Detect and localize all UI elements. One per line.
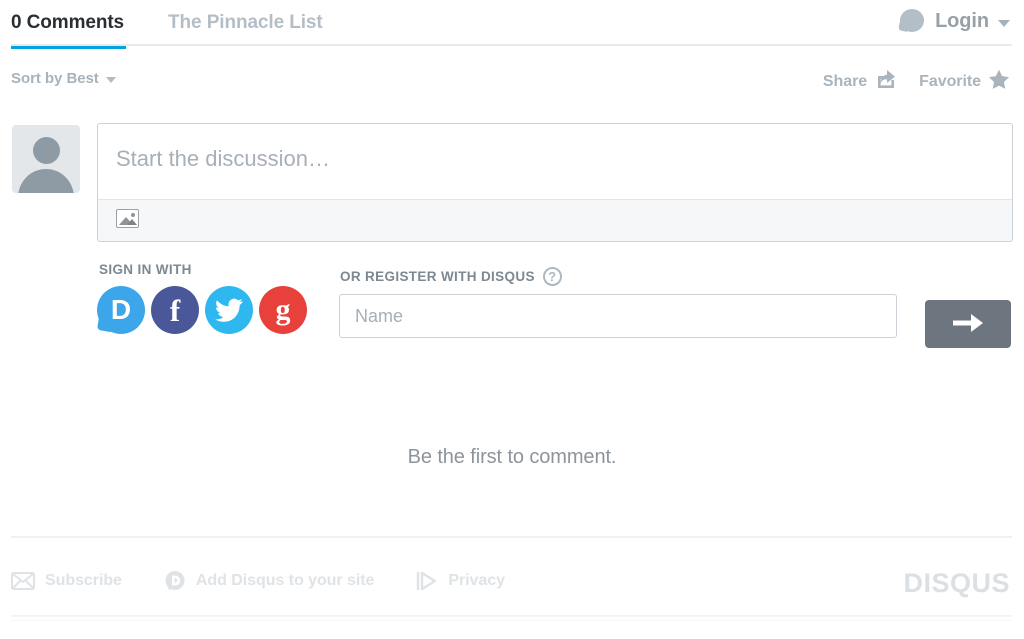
login-label: Login (935, 9, 989, 32)
tab-comments[interactable]: 0 Comments (11, 8, 127, 49)
signin-google-glyph: g (275, 293, 291, 326)
bottom-edge-line-secondary (11, 620, 1012, 621)
share-button[interactable]: Share (823, 68, 897, 95)
register-block: OR REGISTER WITH DISQUS ? (339, 267, 899, 338)
signin-google-icon[interactable]: g (259, 286, 307, 334)
disqus-bubble-icon (164, 570, 186, 592)
subscribe-label: Subscribe (45, 572, 122, 589)
comment-input[interactable] (98, 124, 1012, 200)
signin-facebook-glyph: f (169, 292, 181, 328)
sort-by-label: Sort by Best (11, 70, 99, 87)
tab-site-name[interactable]: The Pinnacle List (168, 8, 323, 49)
register-with-disqus-label: OR REGISTER WITH DISQUS ? (340, 267, 899, 286)
bottom-edge-line (11, 615, 1012, 617)
sort-bar: Sort by Best Share Favorite (0, 60, 1024, 104)
add-disqus-label: Add Disqus to your site (195, 572, 375, 589)
privacy-adchoices-icon (416, 571, 438, 591)
envelope-icon (11, 572, 35, 590)
disqus-comments-widget: 0 Comments The Pinnacle List Login Sort … (0, 0, 1024, 639)
tab-site-name-label: The Pinnacle List (168, 12, 323, 33)
signin-with-label: SIGN IN WITH (99, 262, 192, 277)
avatar (12, 125, 80, 193)
favorite-button[interactable]: Favorite (919, 69, 1010, 95)
name-input[interactable] (339, 294, 897, 338)
add-disqus-link[interactable]: Add Disqus to your site (164, 570, 374, 592)
footer-links: Subscribe Add Disqus to your site Privac… (11, 570, 547, 592)
auth-row: SIGN IN WITH D f g OR REGISTER WITH DISQ… (0, 262, 1024, 362)
favorite-label: Favorite (919, 72, 981, 90)
social-login-row: D f g (96, 286, 313, 334)
arrow-right-icon (951, 311, 985, 338)
image-upload-icon[interactable] (116, 209, 139, 228)
tab-comments-label: 0 Comments (11, 12, 125, 33)
submit-button[interactable] (925, 300, 1011, 348)
footer-divider (11, 536, 1012, 538)
widget-header: 0 Comments The Pinnacle List Login (0, 0, 1024, 52)
speech-bubble-avatar-icon (898, 8, 925, 34)
share-icon (875, 68, 897, 95)
disqus-wordmark[interactable]: DISQUS (903, 568, 1010, 599)
share-label: Share (822, 72, 868, 90)
star-icon (988, 69, 1010, 95)
twitter-bird-icon (205, 286, 253, 334)
tab-bar: 0 Comments The Pinnacle List (11, 8, 323, 49)
subscribe-link[interactable]: Subscribe (11, 572, 122, 590)
empty-state-message: Be the first to comment. (407, 446, 617, 468)
signin-disqus-glyph: D (110, 294, 132, 325)
composer-toolbar (98, 199, 1012, 241)
signin-twitter-icon[interactable] (205, 286, 253, 334)
sort-bar-actions: Share Favorite (823, 68, 1010, 95)
widget-footer: Subscribe Add Disqus to your site Privac… (0, 568, 1024, 610)
help-icon[interactable]: ? (542, 267, 562, 286)
signin-block: SIGN IN WITH D f g (96, 262, 313, 334)
signin-facebook-icon[interactable]: f (151, 286, 199, 334)
login-menu[interactable]: Login (898, 8, 1010, 34)
signin-disqus-icon[interactable]: D (96, 286, 145, 334)
comment-textarea-wrapper[interactable] (97, 123, 1013, 242)
privacy-label: Privacy (448, 572, 505, 589)
register-label-text: OR REGISTER WITH DISQUS (340, 269, 535, 284)
sort-by-dropdown[interactable]: Sort by Best (11, 70, 116, 87)
chevron-down-icon (105, 77, 116, 83)
privacy-link[interactable]: Privacy (416, 571, 505, 591)
chevron-down-icon (998, 19, 1010, 27)
